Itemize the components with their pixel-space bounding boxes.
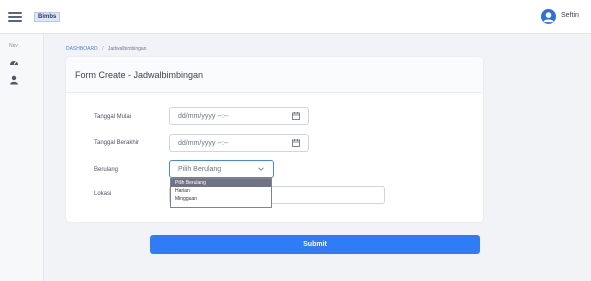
brand-logo[interactable]: Bimbs	[34, 12, 61, 22]
breadcrumb-current: Jadwalbimbingan	[107, 46, 147, 52]
tanggal-mulai-label: Tanggal Mulai	[94, 114, 132, 120]
berulang-label: Berulang	[94, 167, 119, 173]
lokasi-label: Lokasi	[94, 191, 112, 197]
chevron-down-icon	[258, 167, 264, 171]
user-icon[interactable]	[9, 75, 19, 85]
tanggal-mulai-input[interactable]: dd/mm/yyyy --:--	[169, 107, 309, 125]
tanggal-mulai-placeholder: dd/mm/yyyy --:--	[178, 113, 229, 120]
user-avatar-icon[interactable]	[541, 9, 556, 24]
breadcrumb-dashboard-link[interactable]: DASHBOARD	[66, 46, 98, 52]
dashboard-gauge-icon[interactable]	[9, 58, 19, 68]
berulang-select[interactable]: Pilih Berulang	[169, 160, 274, 178]
user-name[interactable]: Seftin	[561, 12, 579, 19]
berulang-selected-value: Pilih Berulang	[178, 166, 222, 173]
top-navbar: Bimbs Seftin	[0, 0, 591, 34]
sidebar-section-label: Nav	[9, 43, 18, 49]
form-card-header: Form Create - Jadwalbimbingan	[66, 57, 483, 93]
tanggal-berakhir-input[interactable]: dd/mm/yyyy --:--	[169, 134, 309, 152]
berulang-dropdown-list: Pilih Berulang Harian Mingguan	[170, 178, 272, 208]
form-card: Form Create - Jadwalbimbingan Tanggal Mu…	[66, 57, 483, 222]
dropdown-option[interactable]: Mingguan	[171, 195, 271, 203]
calendar-icon[interactable]	[292, 112, 300, 120]
submit-button[interactable]: Submit	[150, 235, 480, 254]
dropdown-option[interactable]: Harian	[171, 187, 271, 195]
breadcrumb-separator: /	[102, 46, 104, 52]
form-title: Form Create - Jadwalbimbingan	[75, 70, 204, 80]
hamburger-menu-icon[interactable]	[8, 12, 22, 22]
sidebar: Nav	[0, 34, 44, 281]
breadcrumb: DASHBOARD / Jadwalbimbingan	[66, 46, 147, 52]
dropdown-option[interactable]: Pilih Berulang	[171, 179, 271, 187]
tanggal-berakhir-placeholder: dd/mm/yyyy --:--	[178, 140, 229, 147]
calendar-icon[interactable]	[292, 139, 300, 147]
tanggal-berakhir-label: Tanggal Berakhir	[94, 140, 140, 146]
